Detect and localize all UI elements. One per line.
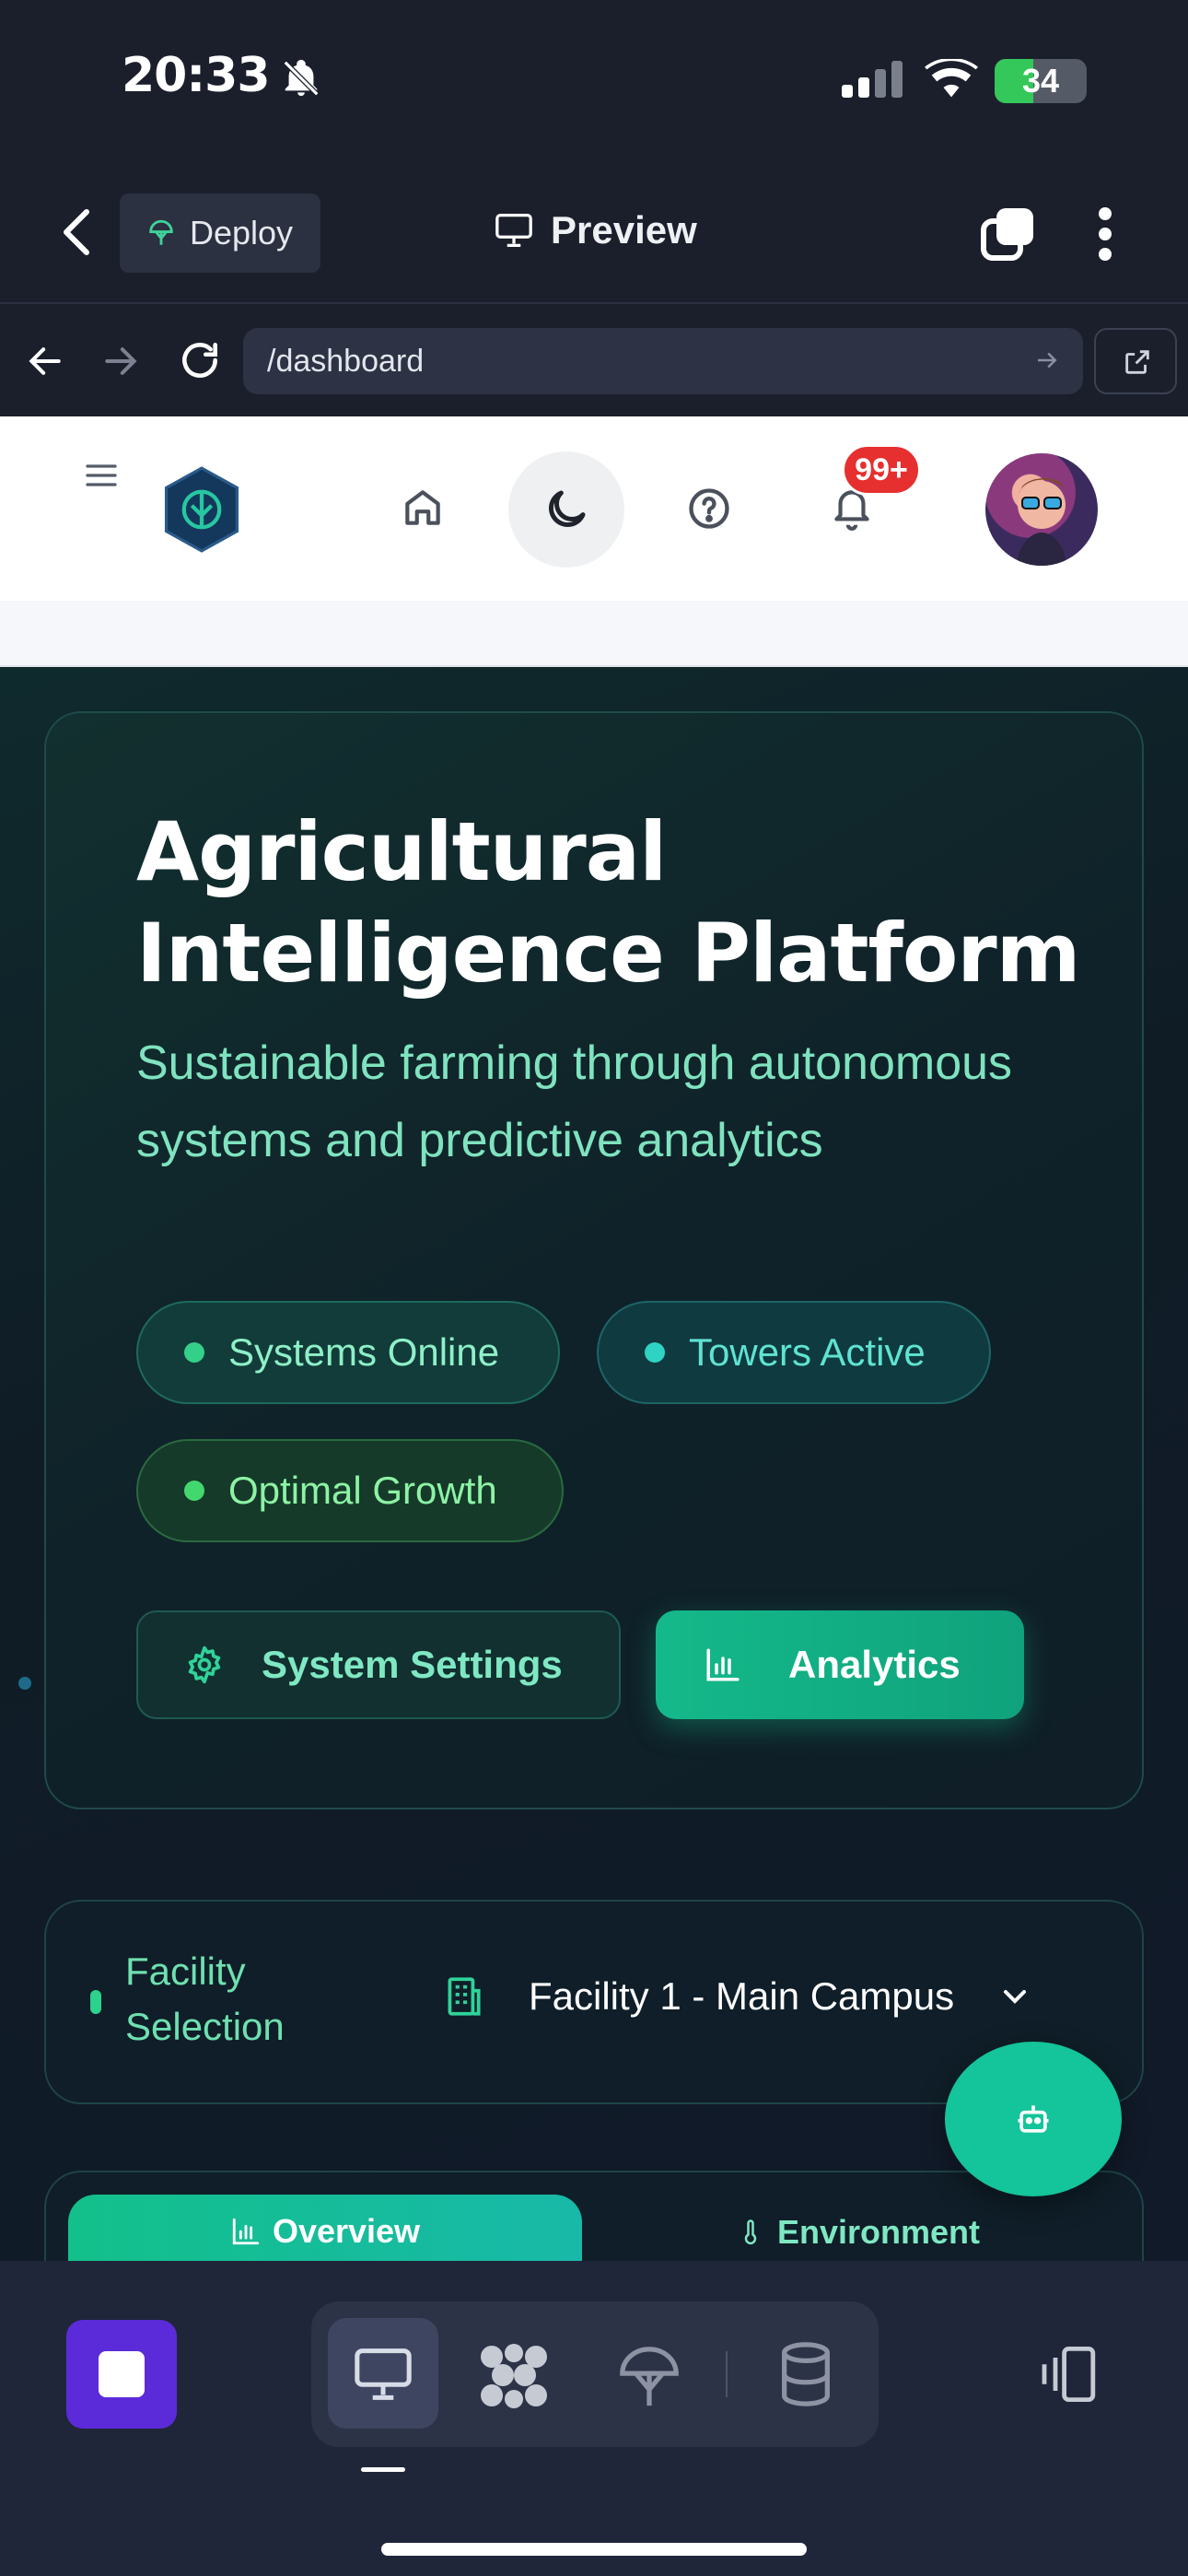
analytics-label: Analytics [788, 1643, 961, 1686]
status-pill-systems: Systems Online [136, 1301, 560, 1404]
bar-chart-icon [704, 1645, 742, 1684]
status-dot [184, 1342, 204, 1363]
back-chevron-icon[interactable] [57, 206, 98, 258]
user-avatar[interactable] [985, 453, 1098, 566]
pill-label: Systems Online [228, 1330, 500, 1374]
building-icon [440, 1973, 486, 2020]
hero-subtitle: Sustainable farming through autonomous s… [136, 1036, 1013, 1167]
robot-icon [1013, 2099, 1054, 2139]
signal-icon [842, 61, 904, 98]
external-link-icon [1122, 346, 1153, 378]
bar-chart-icon [230, 2216, 262, 2247]
open-external-button[interactable] [1094, 328, 1177, 394]
pill-label: Towers Active [689, 1330, 926, 1374]
deploy-label: Deploy [190, 214, 294, 252]
url-go-icon[interactable] [1033, 346, 1061, 374]
battery-level: 34 [1021, 62, 1060, 100]
tab-overview[interactable]: Overview [68, 2195, 582, 2268]
moon-icon [542, 485, 591, 534]
bell-muted-icon [280, 57, 322, 100]
chevron-down-icon [996, 1978, 1033, 2015]
hero-title: Agricultural Intelligence Platform [136, 804, 1080, 1001]
app-logo-icon[interactable] [162, 466, 241, 553]
home-indicator [381, 2543, 807, 2556]
tab-environment-label: Environment [777, 2213, 981, 2251]
url-text: /dashboard [267, 343, 425, 379]
tab-environment[interactable]: Environment [737, 2213, 980, 2252]
more-vertical-icon[interactable] [1096, 206, 1114, 262]
deploy-button[interactable]: Deploy [120, 193, 320, 273]
thermometer-icon [737, 2216, 764, 2249]
ai-assistant-button[interactable] [945, 2042, 1122, 2196]
url-input[interactable]: /dashboard [243, 328, 1083, 394]
home-icon[interactable] [400, 485, 446, 531]
dock-divider [726, 2351, 728, 2397]
facility-label: Facility Selection [125, 1950, 285, 2048]
analytics-button[interactable]: Analytics [656, 1610, 1024, 1719]
monitor-icon [494, 212, 534, 249]
stop-button[interactable] [66, 2320, 177, 2429]
deploy-icon [146, 217, 177, 249]
facility-indicator [90, 1990, 101, 2014]
browser-back-icon[interactable] [24, 341, 66, 381]
tabs-switcher-icon[interactable] [978, 205, 1037, 263]
header-sub-strip [0, 601, 1188, 667]
pill-label: Optimal Growth [228, 1469, 497, 1512]
facility-selected-value: Facility 1 - Main Campus [529, 1974, 955, 2018]
system-settings-label: System Settings [262, 1643, 563, 1686]
reload-icon[interactable] [177, 337, 223, 383]
status-dot [645, 1342, 665, 1363]
side-indicator-dot [18, 1677, 31, 1690]
preview-label: Preview [551, 208, 697, 252]
database-icon[interactable] [774, 2338, 838, 2410]
browser-forward-icon[interactable] [99, 341, 142, 381]
deploy-umbrella-icon[interactable] [617, 2340, 681, 2412]
workflow-dots-icon[interactable] [477, 2344, 551, 2408]
stop-icon [99, 2351, 145, 2397]
desktop-preview-icon [352, 2346, 414, 2403]
status-time: 20:33 [122, 48, 271, 103]
system-settings-button[interactable]: System Settings [136, 1610, 621, 1719]
wifi-icon [925, 59, 978, 100]
preview-tab[interactable]: Preview [494, 208, 697, 252]
gear-icon [184, 1645, 225, 1685]
active-dock-underline [361, 2467, 405, 2472]
tab-overview-label: Overview [272, 2212, 421, 2250]
facility-select[interactable]: Facility 1 - Main Campus [440, 1973, 1103, 2020]
hamburger-menu-icon[interactable] [83, 457, 120, 494]
help-icon[interactable] [685, 485, 733, 533]
status-dot [184, 1481, 204, 1501]
battery-icon: 34 [995, 59, 1087, 103]
status-pill-towers: Towers Active [597, 1301, 991, 1404]
status-pill-growth: Optimal Growth [136, 1439, 564, 1542]
notification-badge: 99+ [842, 444, 921, 496]
device-switch-icon[interactable] [1033, 2344, 1100, 2405]
